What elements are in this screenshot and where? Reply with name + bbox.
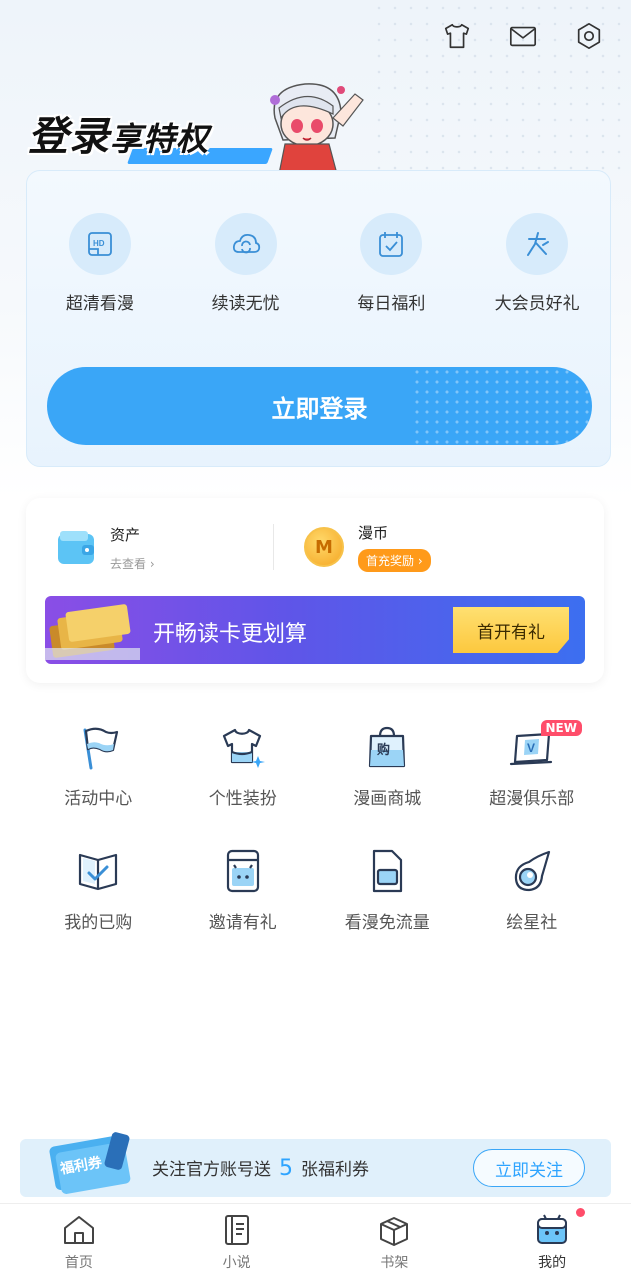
coins-title: 漫币: [358, 524, 389, 542]
assets-title: 资产: [110, 526, 141, 544]
nav-label: 首页: [64, 1255, 93, 1271]
card-stack-illustration: [45, 604, 140, 660]
vip-open-button[interactable]: 首开有礼: [453, 607, 569, 653]
feature-label: 我的已购: [64, 913, 133, 933]
divider: [273, 524, 274, 570]
vip-card-banner[interactable]: 开畅读卡更划算 首开有礼: [45, 596, 585, 664]
feature-star-club[interactable]: 绘星社: [460, 844, 605, 968]
perk-hd[interactable]: HD 超清看漫: [27, 213, 173, 314]
feature-label: 漫画商城: [353, 789, 422, 809]
feature-label: 绘星社: [506, 913, 558, 933]
svg-text:HD: HD: [93, 239, 105, 248]
login-title-big: 登录: [28, 114, 110, 160]
flag-icon: [71, 720, 125, 774]
nav-profile[interactable]: 我的: [473, 1204, 631, 1280]
feature-label: 活动中心: [64, 789, 133, 809]
nav-label: 小说: [222, 1255, 251, 1271]
tshirt-icon[interactable]: [441, 20, 473, 52]
nav-novel[interactable]: 小说: [158, 1204, 316, 1280]
nav-bookshelf[interactable]: 书架: [316, 1204, 474, 1280]
perk-label: 续读无忧: [211, 294, 280, 314]
cloud-sync-icon: [214, 213, 277, 275]
vip-banner-text: 开畅读卡更划算: [153, 622, 308, 647]
assets-link-text: 去查看: [110, 557, 147, 571]
bottom-navigation: 首页 小说 书架 我的: [0, 1203, 631, 1280]
feature-invite[interactable]: 邀请有礼: [171, 844, 316, 968]
coin-icon: M: [304, 527, 344, 567]
nav-home[interactable]: 首页: [0, 1204, 158, 1280]
comet-icon: [505, 844, 559, 898]
perk-daily-welfare[interactable]: 每日福利: [319, 213, 465, 314]
invite-icon: [216, 844, 270, 898]
login-button[interactable]: 立即登录: [47, 367, 592, 445]
chevron-right-icon: ›: [149, 557, 155, 571]
nav-label: 书架: [380, 1255, 409, 1271]
coupon-count: 5: [279, 1156, 293, 1181]
feature-activity-center[interactable]: 活动中心: [26, 720, 171, 844]
perks-row: HD 超清看漫 续读无忧 每日福利 大会员好礼: [27, 213, 610, 314]
follow-official-banner[interactable]: 福利券 关注官方账号送 5 张福利券 立即关注: [20, 1132, 611, 1197]
feature-label: 超漫俱乐部: [489, 789, 575, 809]
features-grid: 活动中心 个性装扮 购 漫画商城 NEW V 超漫俱乐部 我的已购 邀请有礼 看…: [26, 720, 604, 968]
vip-icon: [506, 213, 569, 275]
feature-label: 个性装扮: [208, 789, 277, 809]
chevron-right-icon: ›: [417, 554, 423, 568]
mail-icon[interactable]: [507, 20, 539, 52]
notification-dot: [576, 1208, 585, 1217]
wallet-card: 资产 去查看 › M 漫币 首充奖励 › 开畅读卡更划算 首开有礼: [26, 498, 604, 683]
perk-label: 超清看漫: [65, 294, 134, 314]
sim-card-icon: [360, 844, 414, 898]
login-promo-title: 登录享特权: [28, 104, 209, 164]
bookshelf-icon: [380, 1217, 409, 1246]
mascot-illustration: [270, 83, 364, 175]
login-promo-card: HD 超清看漫 续读无忧 每日福利 大会员好礼 立即登录: [26, 170, 611, 467]
coins-entry[interactable]: M 漫币 首充奖励 ›: [304, 522, 431, 572]
features-row: 活动中心 个性装扮 购 漫画商城 NEW V 超漫俱乐部: [26, 720, 604, 844]
login-title-small: 享特权: [110, 120, 210, 158]
first-charge-badge[interactable]: 首充奖励 ›: [358, 549, 431, 572]
feature-comic-mall[interactable]: 购 漫画商城: [315, 720, 460, 844]
follow-button[interactable]: 立即关注: [473, 1149, 585, 1187]
outfit-icon: [216, 720, 270, 774]
purchased-icon: [71, 844, 125, 898]
wallet-icon: [58, 531, 94, 564]
home-icon: [63, 1216, 94, 1244]
assets-entry[interactable]: 资产 去查看 ›: [56, 524, 155, 572]
svg-text:V: V: [527, 741, 535, 755]
shopping-bag-icon: 购: [360, 720, 414, 774]
calendar-check-icon: [360, 213, 423, 275]
assets-link[interactable]: 去查看 ›: [110, 555, 155, 572]
coin-badge-text: 首充奖励: [366, 554, 415, 568]
perk-label: 每日福利: [357, 294, 426, 314]
follow-text: 关注官方账号送 5 张福利券: [152, 1155, 369, 1181]
feature-outfit[interactable]: 个性装扮: [171, 720, 316, 844]
feature-free-data[interactable]: 看漫免流量: [315, 844, 460, 968]
follow-text-before: 关注官方账号送: [152, 1160, 271, 1180]
profile-icon: [537, 1214, 568, 1244]
new-badge: NEW: [540, 720, 582, 736]
features-row: 我的已购 邀请有礼 看漫免流量 绘星社: [26, 844, 604, 968]
hd-icon: HD: [68, 213, 131, 275]
coupon-illustration: 福利券: [49, 1132, 131, 1194]
perk-label: 大会员好礼: [494, 294, 580, 314]
feature-label: 看漫免流量: [344, 913, 430, 933]
feature-purchased[interactable]: 我的已购: [26, 844, 171, 968]
follow-text-after: 张福利券: [301, 1160, 369, 1180]
novel-icon: [224, 1215, 249, 1245]
top-toolbar: [441, 20, 605, 52]
perk-vip-gift[interactable]: 大会员好礼: [464, 213, 610, 314]
feature-label: 邀请有礼: [208, 913, 277, 933]
nav-label: 我的: [538, 1255, 567, 1271]
perk-continue-reading[interactable]: 续读无忧: [173, 213, 319, 314]
svg-text:购: 购: [377, 742, 390, 758]
settings-icon[interactable]: [573, 20, 605, 52]
feature-super-club[interactable]: NEW V 超漫俱乐部: [460, 720, 605, 844]
